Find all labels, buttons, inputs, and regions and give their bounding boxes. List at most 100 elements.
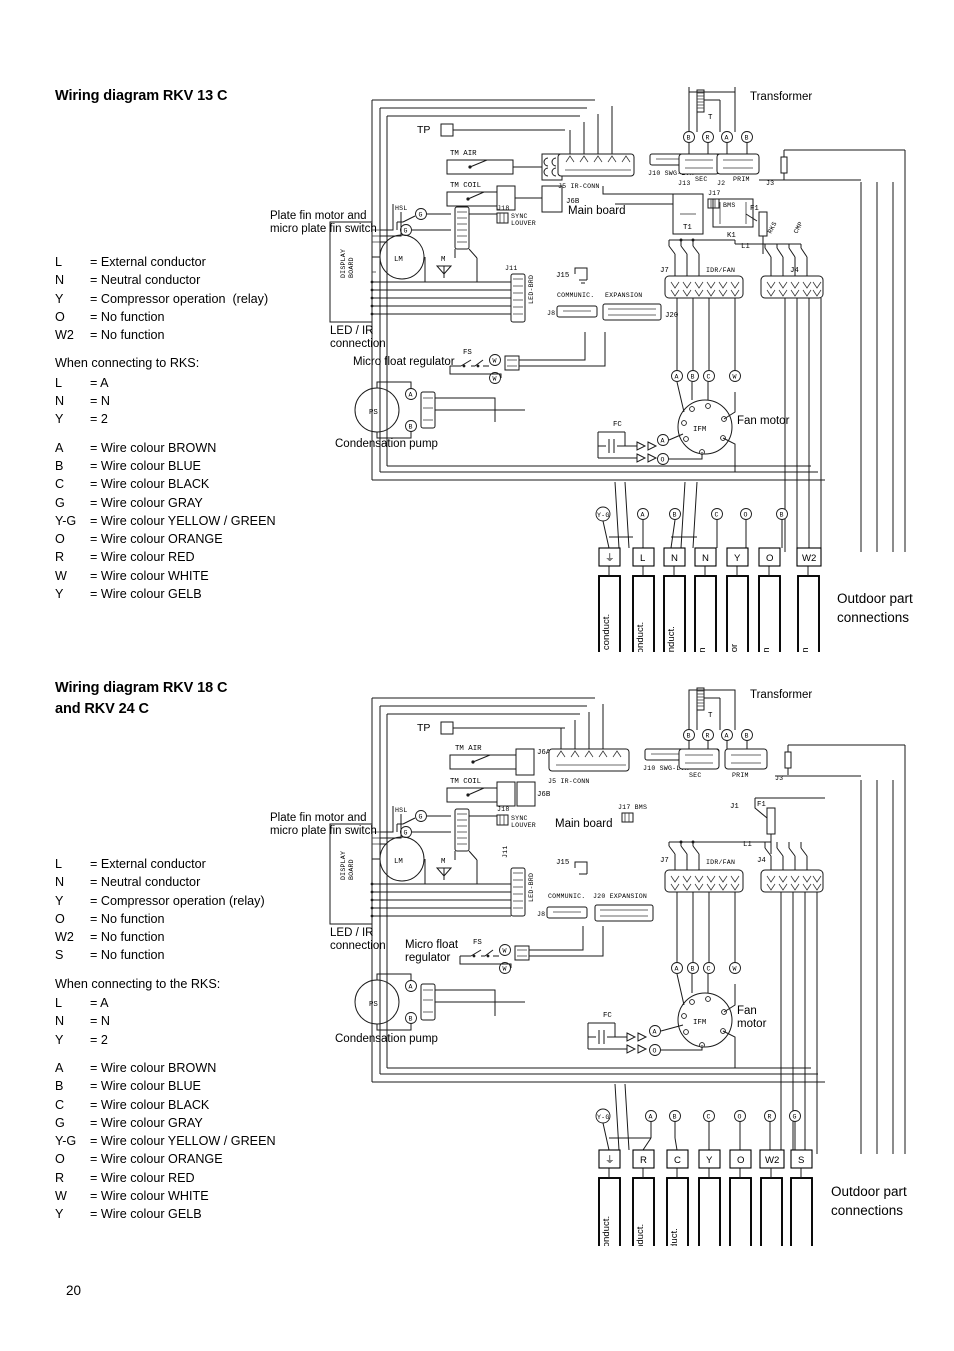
callout-outdoor-2: connections [837,610,909,625]
svg-text:B: B [691,374,695,381]
svg-text:A: A [725,135,729,142]
label-j7: J7 [660,857,669,865]
callout-micro-float-1: Micro float [405,939,459,951]
legend-row: L = External conductor [55,255,206,269]
legend-terminal-list: L = External conductor N = Neutral conduct… [55,253,276,344]
legend-row: L = A [55,375,109,390]
section1-title: Wiring diagram RKV 13 C [55,88,228,104]
label-louver: LOUVER [511,220,536,227]
terminal-mark: ⏚ [605,553,615,564]
label-expansion: EXPANSION [605,292,642,299]
terminal-label: External conduct. [635,1224,646,1246]
callout-transformer: Transformer [750,91,812,103]
svg-text:B: B [687,733,691,740]
legend-row: Y = 2 [55,412,108,427]
legend-connect-list: L = A N = N Y = 2 [55,994,276,1049]
svg-text:C: C [707,966,711,973]
label-j15: J15 [556,272,569,280]
label-ifm: IFM [693,426,706,434]
legend-row: A = Wire colour BROWN [55,440,217,455]
terminal-mark: N [671,553,678,564]
callout-plate-fin-1: Plate fin motor and [270,812,367,824]
legend-row: N = Neutral conductor [55,273,201,288]
label-j8: J8 [537,911,545,918]
legend-row: N = N [55,1014,110,1029]
callout-outdoor-1: Outdoor part [831,1184,907,1199]
callout-plate-fin-1: Plate fin motor and [270,210,367,222]
callout-micro-float: Micro float regulator [353,356,455,368]
legend-row: O = No function [55,911,165,926]
label-j1: J1 [730,803,739,811]
callout-outdoor-1: Outdoor part [837,591,913,606]
svg-text:A: A [653,1029,657,1036]
wiring-diagram-rkv13c: TP TM AIR J6A TM COIL J6B J5 IR-CONN J10… [265,82,925,652]
callout-led-ir-1: LED / IR [330,927,373,939]
terminal-mark: O [766,553,773,564]
label-j11: J11 [505,265,517,272]
label-j20: J20 [665,312,678,320]
callout-fan-motor: Fan motor [737,415,790,427]
legend-row: R = Wire colour RED [55,1170,195,1185]
label-display-board-1: DISPLAY [340,851,347,880]
terminal-label: Neutral conduct. [666,626,677,652]
legend-terminal-list: L = External conductor N = Neutral conduct… [55,855,276,965]
legend-row: O = Wire colour ORANGE [55,1152,223,1167]
svg-text:A: A [409,392,413,399]
terminal-mark: ⏚ [605,1155,615,1166]
legend-row: N = Neutral conductor [55,875,201,890]
callout-plate-fin-2: micro plate fin switch [270,825,377,837]
terminal-label: No function [800,647,811,652]
label-fs: FS [473,939,482,947]
svg-text:G: G [404,830,408,837]
callout-led-ir-1: LED / IR [330,325,373,337]
terminal-label: No function [761,647,772,652]
label-sec: SEC [689,772,701,779]
svg-text:G: G [419,212,423,219]
label-tp: TP [417,124,430,136]
svg-text:W: W [493,376,497,383]
label-sec: SEC [695,176,707,183]
svg-text:O: O [744,512,748,519]
label-fs: FS [463,349,472,357]
label-ps: PS [369,1001,378,1009]
legend-row: O = No function [55,309,165,324]
legend-row: O = Wire colour ORANGE [55,532,223,547]
label-display-board-2: BOARD [348,257,355,278]
label-display-board-2: BOARD [348,859,355,880]
terminal-label: External conduct. [635,622,646,652]
legend-row: S = No function [55,948,165,963]
svg-text:B: B [409,424,413,431]
svg-text:B: B [673,1114,677,1121]
label-idr-fan: IDR/FAN [706,859,735,866]
terminal-label: Protection conduct. [601,1216,612,1246]
label-j18: J18 [497,205,509,212]
svg-text:B: B [745,733,749,740]
terminal-strip: ⏚ Protection conduct. R External conduct… [598,1149,813,1246]
label-lm: LM [394,256,403,264]
label-ps: PS [369,409,378,417]
terminal-mark: L [640,553,646,564]
label-f1: F1 [757,801,766,809]
callout-led-ir-2: connection [330,338,386,350]
label-j13: J13 [678,180,690,187]
terminal-mark: O [737,1155,744,1166]
legend-row: L = A [55,996,109,1011]
terminal-label: No function [697,647,708,652]
legend-row: L = External conductor [55,857,206,871]
legend-row: W = Wire colour WHITE [55,1189,209,1204]
legend-row: W2 = No function [55,328,165,343]
label-j2: J2 [717,180,725,187]
label-tp: TP [417,722,430,734]
label-led-brd: LED-BRD [528,873,535,902]
legend-row: Y = 2 [55,1032,108,1047]
label-rks: RKS [767,221,779,235]
callout-led-ir-2: connection [330,940,386,952]
legend-row: W2 = No function [55,930,165,945]
page-number: 20 [66,1283,82,1298]
label-j8: J8 [547,310,555,317]
legend-row: C = Wire colour BLACK [55,1097,210,1112]
label-tm-coil: TM COIL [450,182,481,190]
svg-text:A: A [649,1114,653,1121]
svg-text:G: G [419,814,423,821]
svg-text:C: C [707,1114,711,1121]
